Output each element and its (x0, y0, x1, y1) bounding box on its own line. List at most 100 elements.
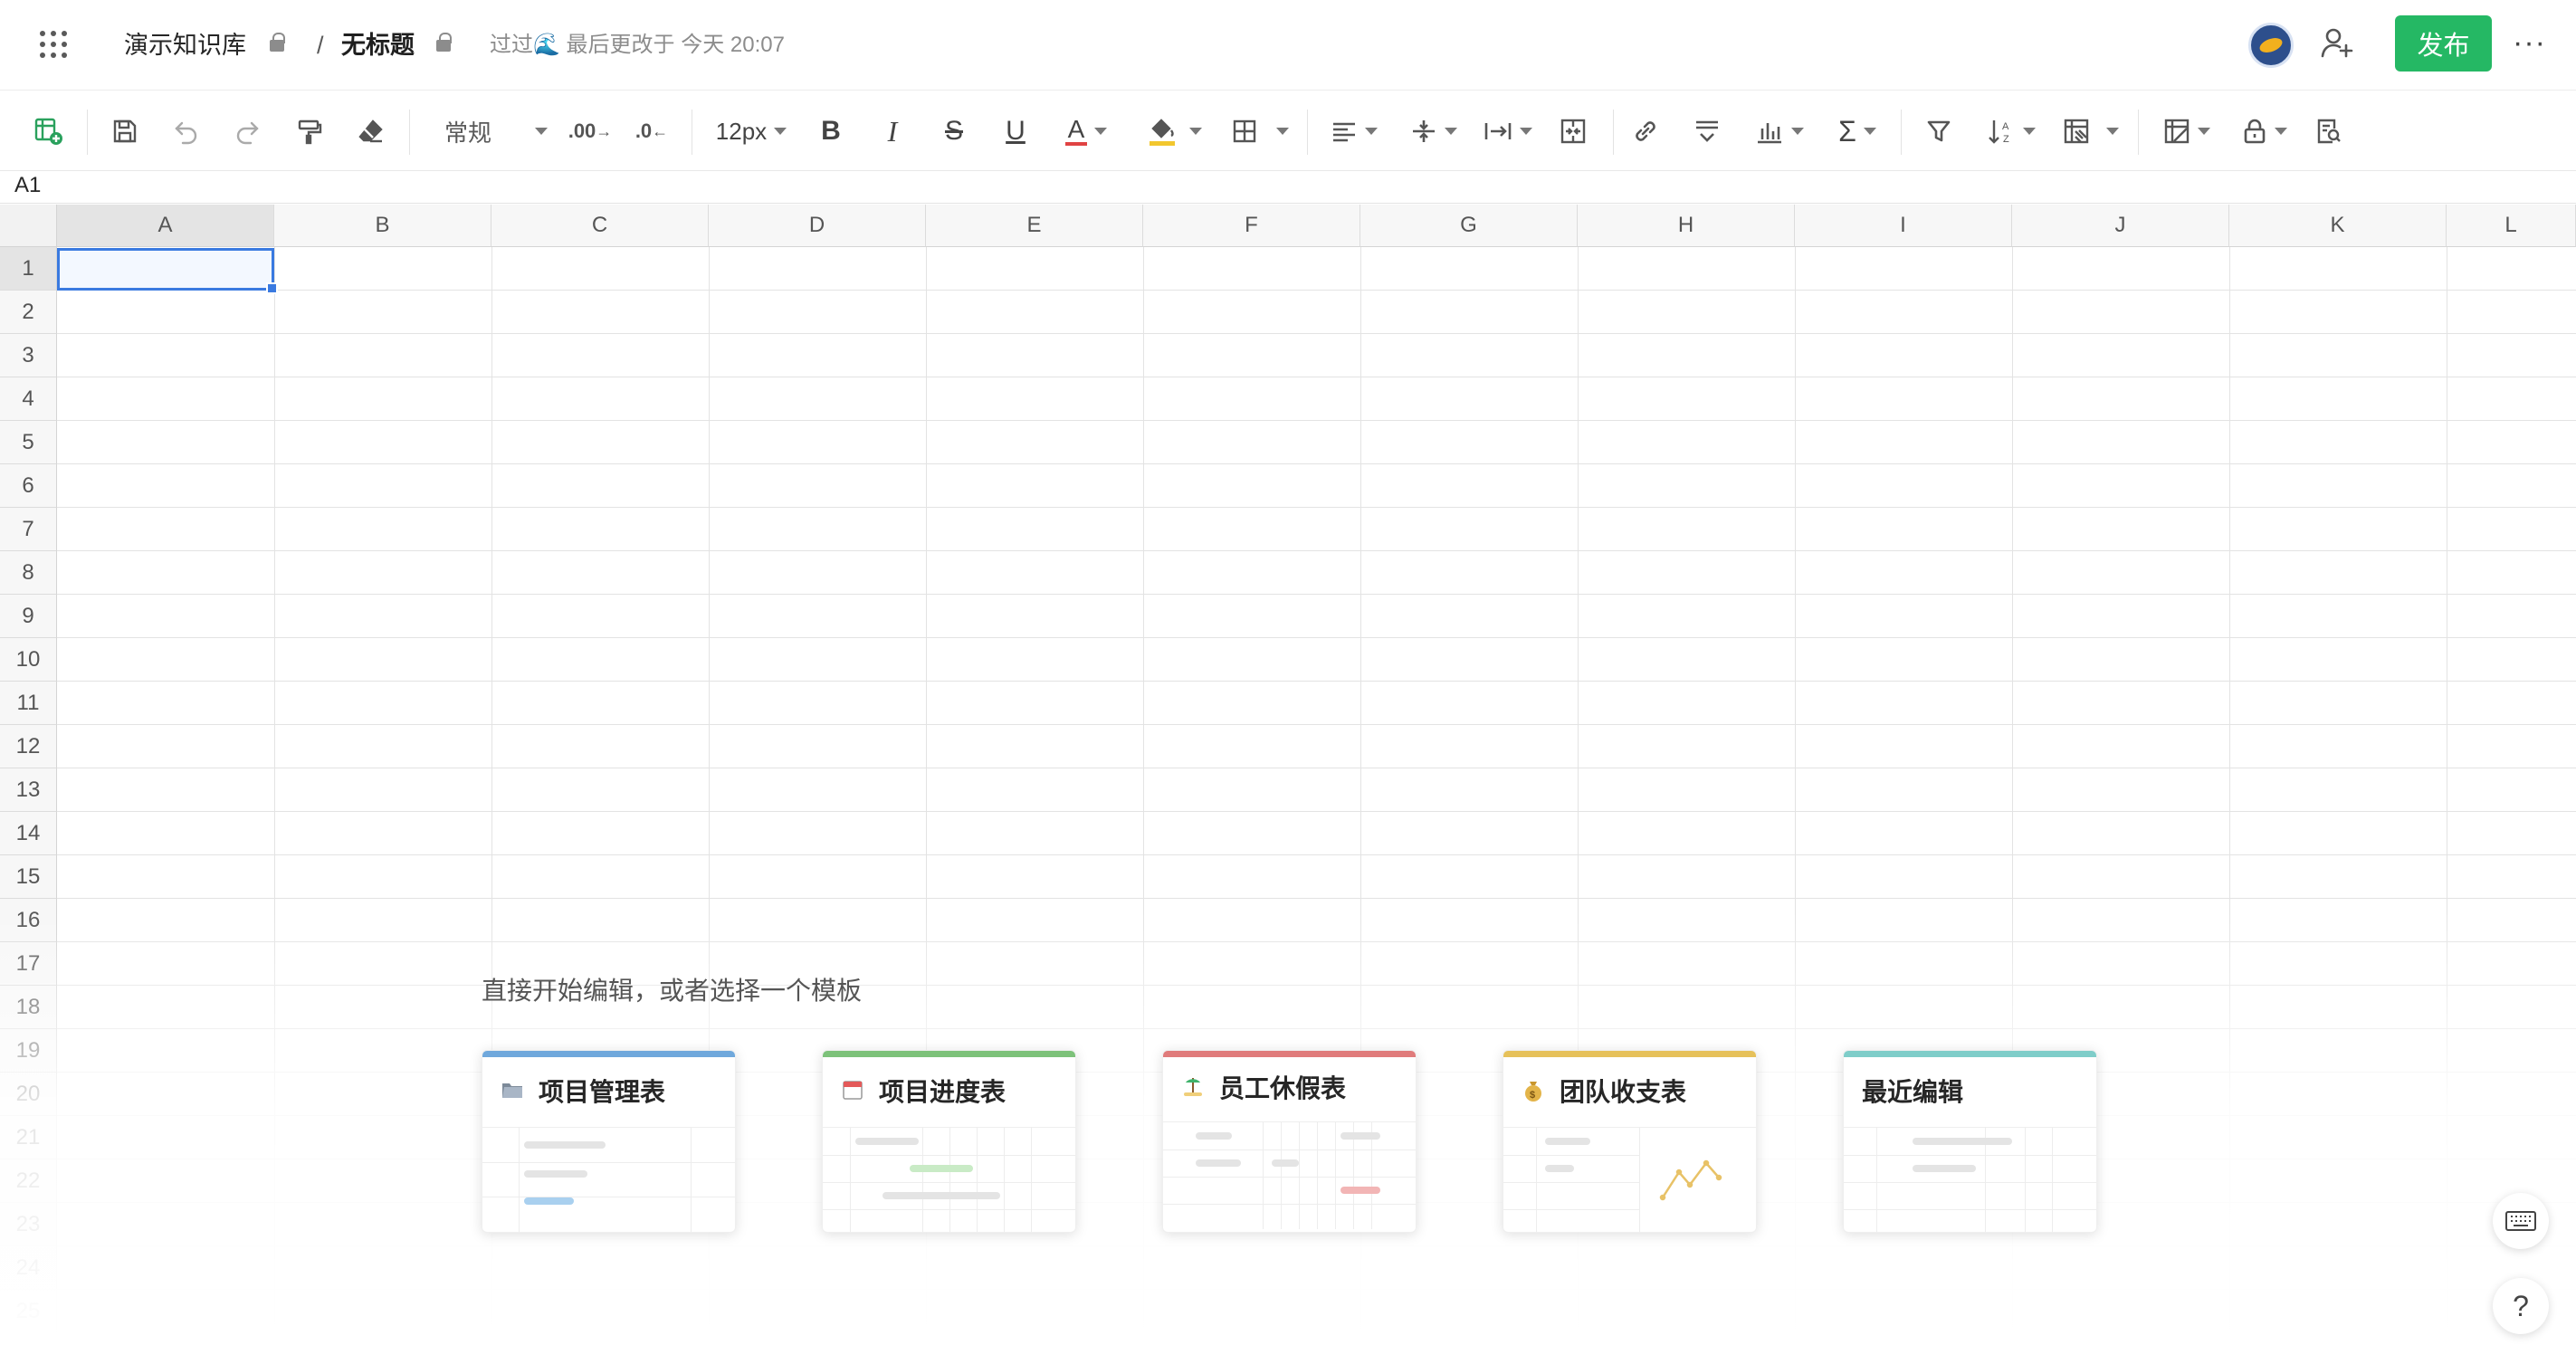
svg-text:$: $ (1530, 1090, 1535, 1101)
formula-icon[interactable]: Σ (1828, 91, 1886, 171)
template-card-recently-edited[interactable]: 最近编辑 (1843, 1050, 2097, 1233)
row-header-5[interactable]: 5 (0, 421, 57, 464)
template-card-project-management[interactable]: 项目管理表 (482, 1050, 736, 1233)
sort-icon[interactable]: AZ (1982, 91, 2040, 171)
breadcrumb-separator: / (317, 32, 324, 59)
more-options-icon[interactable]: ··· (2513, 25, 2546, 61)
save-icon[interactable] (107, 91, 143, 171)
column-header-d[interactable]: D (709, 205, 926, 247)
row-header-10[interactable]: 10 (0, 638, 57, 682)
increase-decimal-icon[interactable]: .0 ← (634, 91, 670, 171)
add-collaborator-icon[interactable] (2319, 25, 2355, 66)
clear-format-icon[interactable] (353, 91, 389, 171)
font-color-icon[interactable]: A (1059, 91, 1113, 171)
edit-status: 过过🌊 最后更改于 今天 20:07 (490, 33, 785, 57)
money-bag-icon: $ (1522, 1079, 1545, 1102)
template-card-team-finance[interactable]: $ 团队收支表 (1503, 1050, 1757, 1233)
help-button[interactable]: ? (2493, 1278, 2549, 1334)
borders-icon[interactable] (1224, 91, 1296, 171)
freeze-icon[interactable] (1689, 91, 1725, 171)
column-header-b[interactable]: B (274, 205, 491, 247)
column-header-f[interactable]: F (1143, 205, 1360, 247)
align-icon[interactable] (1325, 91, 1383, 171)
new-sheet-icon[interactable] (31, 91, 67, 171)
fill-color-icon[interactable] (1142, 91, 1207, 171)
filter-icon[interactable] (1921, 91, 1957, 171)
column-header-l[interactable]: L (2447, 205, 2576, 247)
template-name: 员工休假表 (1219, 1074, 1347, 1102)
decrease-decimal-icon[interactable]: .00 → (568, 91, 613, 171)
template-card-project-progress[interactable]: 项目进度表 (822, 1050, 1076, 1233)
font-size-select[interactable]: 12px (708, 91, 795, 171)
formula-bar[interactable]: A1 (0, 171, 2576, 204)
bold-icon[interactable]: B (813, 91, 849, 171)
chevron-down-icon (535, 128, 548, 135)
svg-text:Z: Z (2003, 134, 2009, 145)
row-header-9[interactable]: 9 (0, 595, 57, 638)
row-header-2[interactable]: 2 (0, 291, 57, 334)
folder-icon (501, 1079, 524, 1102)
row-header-8[interactable]: 8 (0, 551, 57, 595)
merge-cells-icon[interactable] (1555, 91, 1591, 171)
row-header-7[interactable]: 7 (0, 508, 57, 551)
row-header-12[interactable]: 12 (0, 725, 57, 768)
selected-cell-a1[interactable] (57, 248, 278, 294)
beach-icon (1181, 1075, 1205, 1099)
template-name: 项目进度表 (879, 1078, 1007, 1106)
row-header-3[interactable]: 3 (0, 334, 57, 377)
calendar-icon (841, 1079, 864, 1102)
format-painter-icon[interactable] (291, 91, 328, 171)
protect-icon[interactable] (2236, 91, 2294, 171)
keyboard-icon (2505, 1211, 2536, 1231)
column-header-a[interactable]: A (57, 205, 274, 247)
lock-icon (270, 33, 285, 52)
text-wrap-icon[interactable] (1479, 91, 1537, 171)
avatar[interactable] (2248, 23, 2294, 68)
chart-icon[interactable] (1751, 91, 1808, 171)
column-header-g[interactable]: G (1360, 205, 1578, 247)
row-header-15[interactable]: 15 (0, 855, 57, 899)
font-size-label: 12px (715, 117, 768, 145)
svg-text:A: A (2002, 121, 2009, 132)
breadcrumb-knowledge-base[interactable]: 演示知识库 (124, 27, 246, 63)
row-header-6[interactable]: 6 (0, 464, 57, 508)
link-icon[interactable] (1627, 91, 1664, 171)
lock-icon (436, 33, 452, 52)
template-card-staff-leave[interactable]: 员工休假表 (1162, 1050, 1417, 1233)
undo-icon[interactable] (168, 91, 205, 171)
number-format-label: 常规 (444, 119, 491, 147)
publish-button[interactable]: 发布 (2395, 15, 2492, 72)
vertical-align-icon[interactable] (1405, 91, 1463, 171)
column-header-j[interactable]: J (2012, 205, 2229, 247)
cell-reference: A1 (14, 173, 42, 197)
column-header-c[interactable]: C (491, 205, 709, 247)
apps-grid-icon[interactable] (40, 31, 67, 58)
row-header-4[interactable]: 4 (0, 377, 57, 421)
number-format-select[interactable]: 常规 (442, 91, 550, 171)
row-header-1[interactable]: 1 (0, 247, 57, 291)
table-style-icon[interactable] (2158, 91, 2216, 171)
strikethrough-icon[interactable]: S (936, 91, 972, 171)
template-name: 项目管理表 (539, 1078, 666, 1106)
document-title[interactable]: 无标题 (341, 27, 415, 63)
keyboard-shortcuts-button[interactable] (2493, 1193, 2549, 1249)
underline-icon[interactable]: U (997, 91, 1034, 171)
row-header-11[interactable]: 11 (0, 682, 57, 725)
redo-icon[interactable] (229, 91, 265, 171)
select-all-corner[interactable] (0, 205, 57, 247)
column-header-h[interactable]: H (1578, 205, 1795, 247)
conditional-format-icon[interactable] (2056, 91, 2125, 171)
column-header-i[interactable]: I (1795, 205, 2012, 247)
row-header-13[interactable]: 13 (0, 768, 57, 812)
column-header-e[interactable]: E (926, 205, 1143, 247)
top-header: 演示知识库 / 无标题 过过🌊 最后更改于 今天 20:07 发布 ··· (0, 0, 2576, 91)
template-name: 最近编辑 (1862, 1078, 1964, 1106)
find-icon[interactable] (2310, 91, 2346, 171)
template-prompt: 直接开始编辑，或者选择一个模板 (482, 977, 863, 1005)
template-name: 团队收支表 (1560, 1078, 1687, 1106)
italic-icon[interactable]: I (874, 91, 911, 171)
column-header-k[interactable]: K (2229, 205, 2447, 247)
spreadsheet-app: 演示知识库 / 无标题 过过🌊 最后更改于 今天 20:07 发布 ··· 常规… (0, 0, 2576, 1345)
row-header-14[interactable]: 14 (0, 812, 57, 855)
chevron-down-icon (774, 128, 787, 135)
